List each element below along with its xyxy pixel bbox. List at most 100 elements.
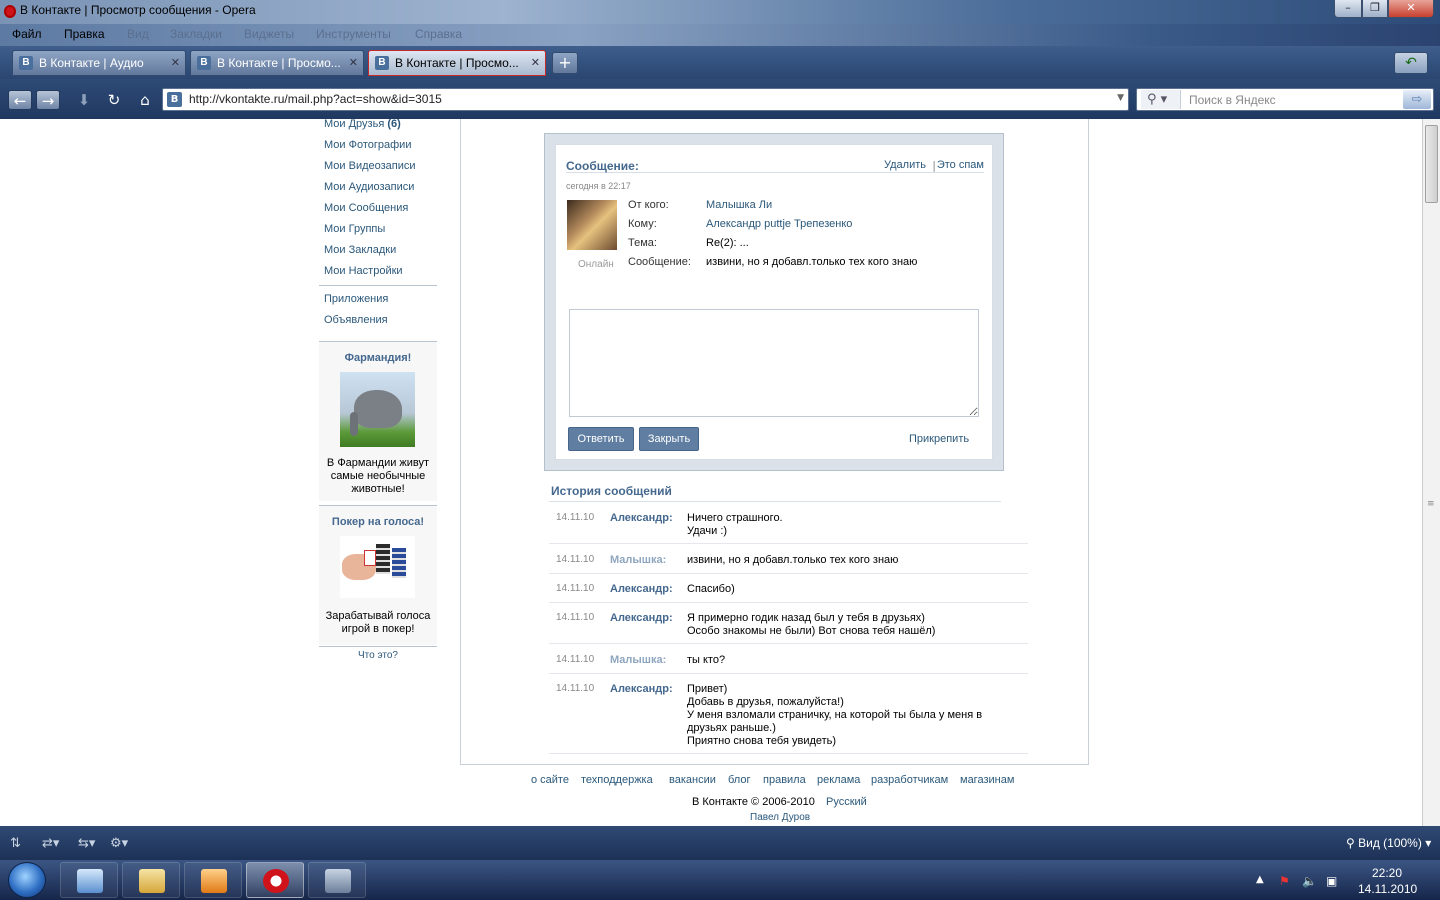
history-sender-link[interactable]: Александр: <box>610 683 673 695</box>
chevron-down-icon[interactable]: ▼ <box>1117 93 1124 103</box>
taskbar-display-icon[interactable] <box>308 862 366 898</box>
search-go-arrow-icon[interactable]: ⇨ <box>1403 90 1431 109</box>
sidebar-item-settings[interactable]: Мои Настройки <box>324 265 403 277</box>
download-icon[interactable]: ⬇ <box>72 90 96 110</box>
menu-file[interactable]: Файл <box>12 27 42 41</box>
taskbar-media-player-icon[interactable] <box>184 862 242 898</box>
forward-arrow-icon[interactable]: → <box>36 90 60 110</box>
menu-view[interactable]: Вид <box>127 27 149 41</box>
attach-link[interactable]: Прикрепить <box>909 433 969 445</box>
tray-network-icon[interactable]: ▣ <box>1326 874 1337 888</box>
whats-this-link[interactable]: Что это? <box>319 650 437 661</box>
footer-link-shops[interactable]: магазинам <box>960 774 1014 786</box>
tab-message-1[interactable]: B В Контакте | Просмо... ✕ <box>190 50 364 76</box>
search-input[interactable]: Поиск в Яндекс <box>1189 93 1276 107</box>
history-divider <box>549 501 1001 502</box>
ad-block-farmandia[interactable]: Фармандия! В Фармандии живут самые необы… <box>319 341 437 501</box>
tray-clock-date[interactable]: 14.11.2010 <box>1358 882 1417 896</box>
address-bar[interactable]: B http://vkontakte.ru/mail.php?act=show&… <box>162 88 1129 111</box>
tab-close-icon[interactable]: ✕ <box>531 51 540 75</box>
elephant-ad-image[interactable] <box>340 372 415 447</box>
ad-title[interactable]: Покер на голоса! <box>319 516 437 528</box>
spam-link[interactable]: Это спам <box>937 159 984 171</box>
tab-audio[interactable]: B В Контакте | Аудио ✕ <box>12 50 186 76</box>
close-message-button[interactable]: Закрыть <box>639 427 699 451</box>
footer-link-jobs[interactable]: вакансии <box>669 774 716 786</box>
speeddial-gear-icon[interactable]: ⚙▾ <box>110 836 128 851</box>
footer-link-about[interactable]: о сайте <box>531 774 569 786</box>
tray-flag-icon[interactable]: ⚑ <box>1279 874 1290 888</box>
page-viewport: Мои Друзья (6) Мои Фотографии Мои Видеоз… <box>0 119 1422 826</box>
tab-message-active[interactable]: B В Контакте | Просмо... ✕ <box>368 50 546 76</box>
tab-label: В Контакте | Аудио <box>39 56 144 70</box>
panel-toggle-icon[interactable]: ⇅ <box>10 836 21 851</box>
back-arrow-icon[interactable]: ← <box>8 90 32 110</box>
menu-bookmarks[interactable]: Закладки <box>170 27 222 41</box>
ad-block-poker[interactable]: Покер на голоса! Зарабатывай голоса игро… <box>319 505 437 645</box>
sidebar-item-messages[interactable]: Мои Сообщения <box>324 202 408 214</box>
footer-link-blog[interactable]: блог <box>728 774 750 786</box>
footer-link-developers[interactable]: разработчикам <box>871 774 948 786</box>
delete-link[interactable]: Удалить <box>884 159 926 171</box>
sidebar-item-ads[interactable]: Объявления <box>324 314 388 326</box>
menu-widgets[interactable]: Виджеты <box>244 27 294 41</box>
turbo-icon[interactable]: ⇄▾ <box>42 836 59 851</box>
reply-textarea[interactable] <box>569 309 979 417</box>
history-sender-link[interactable]: Александр: <box>610 583 673 595</box>
history-sender-link[interactable]: Александр: <box>610 512 673 524</box>
tray-clock-time[interactable]: 22:20 <box>1372 866 1402 880</box>
trash-icon[interactable]: ↶ <box>1394 52 1428 74</box>
unite-icon[interactable]: ⇆▾ <box>78 836 95 851</box>
tab-bar: B В Контакте | Аудио ✕ B В Контакте | Пр… <box>0 46 1440 79</box>
history-sender-link[interactable]: Малышка: <box>610 654 666 666</box>
message-label: Сообщение: <box>628 256 691 268</box>
taskbar-explorer-icon[interactable] <box>60 862 118 898</box>
taskbar-folder-icon[interactable] <box>122 862 180 898</box>
sidebar-item-audio[interactable]: Мои Аудиозаписи <box>324 181 414 193</box>
sidebar-item-apps[interactable]: Приложения <box>324 293 388 305</box>
search-icon[interactable]: ⚲ ▾ <box>1141 90 1181 109</box>
tray-volume-icon[interactable]: 🔈 <box>1302 874 1317 888</box>
home-icon[interactable]: ⌂ <box>133 90 157 110</box>
sidebar-item-friends[interactable]: Мои Друзья (6) <box>324 119 401 130</box>
tab-close-icon[interactable]: ✕ <box>349 51 358 75</box>
scrollbar-thumb[interactable] <box>1425 125 1438 203</box>
to-value-link[interactable]: Александр puttje Трепезенко <box>706 218 852 230</box>
reply-button[interactable]: Ответить <box>568 427 634 451</box>
tray-expand-icon[interactable]: ▲ <box>1256 874 1264 885</box>
tab-label: В Контакте | Просмо... <box>217 56 341 70</box>
footer-link-support[interactable]: техподдержка <box>581 774 653 786</box>
search-bar[interactable]: ⚲ ▾ Поиск в Яндекс ⇨ <box>1136 88 1434 111</box>
sender-avatar[interactable] <box>567 200 617 250</box>
footer-link-rules[interactable]: правила <box>763 774 806 786</box>
poker-chips-ad-image[interactable] <box>340 536 415 598</box>
menu-edit[interactable]: Правка <box>64 27 105 41</box>
author-link[interactable]: Павел Дуров <box>750 812 810 823</box>
footer-link-ads[interactable]: реклама <box>817 774 860 786</box>
minimize-button[interactable]: – <box>1334 0 1362 18</box>
reload-icon[interactable]: ↻ <box>102 90 126 110</box>
maximize-button[interactable]: ❐ <box>1362 0 1388 18</box>
close-window-button[interactable]: ✕ <box>1388 0 1434 18</box>
new-tab-button[interactable]: + <box>552 52 578 74</box>
sidebar-item-bookmarks[interactable]: Мои Закладки <box>324 244 396 256</box>
language-link[interactable]: Русский <box>826 796 867 808</box>
sidebar-item-groups[interactable]: Мои Группы <box>324 223 385 235</box>
menu-help[interactable]: Справка <box>415 27 462 41</box>
zoom-level[interactable]: ⚲ Вид (100%) ▾ <box>1346 836 1431 850</box>
history-sender-link[interactable]: Малышка: <box>610 554 666 566</box>
history-text: ты кто? <box>687 654 726 666</box>
sidebar-item-videos[interactable]: Мои Видеозаписи <box>324 160 416 172</box>
opera-logo-icon <box>4 5 16 18</box>
sidebar-item-photos[interactable]: Мои Фотографии <box>324 139 411 151</box>
history-sender-link[interactable]: Александр: <box>610 612 673 624</box>
address-input[interactable]: http://vkontakte.ru/mail.php?act=show&id… <box>189 92 442 106</box>
taskbar-opera-icon[interactable] <box>246 862 304 898</box>
ad-title[interactable]: Фармандия! <box>319 352 437 364</box>
tab-close-icon[interactable]: ✕ <box>171 51 180 75</box>
history-row: 14.11.10 Малышка: ты кто? <box>549 649 1028 674</box>
windows-start-icon[interactable] <box>8 862 46 898</box>
vertical-scrollbar[interactable]: ≡ <box>1422 119 1440 826</box>
menu-tools[interactable]: Инструменты <box>316 27 391 41</box>
from-value-link[interactable]: Малышка Ли <box>706 199 772 211</box>
